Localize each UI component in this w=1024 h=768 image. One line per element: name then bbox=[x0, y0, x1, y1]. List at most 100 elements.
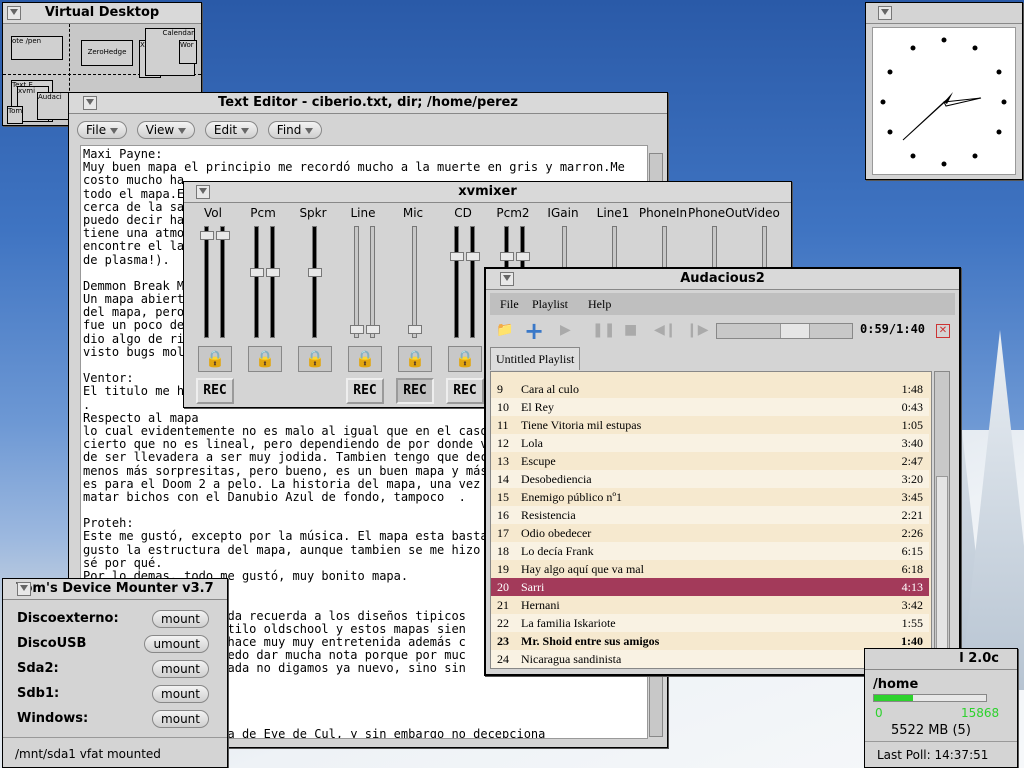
lock-icon[interactable]: 🔒 bbox=[398, 346, 432, 372]
mini-window[interactable]: ote /pen bbox=[11, 36, 63, 60]
playlist-row[interactable]: 18 Lo decía Frank 6:15 bbox=[491, 542, 929, 560]
playlist-row[interactable]: 21 Hernani 3:42 bbox=[491, 596, 929, 614]
playlist-row[interactable]: 12 Lola 3:40 bbox=[491, 434, 929, 452]
slider-knob[interactable] bbox=[250, 267, 264, 277]
scroll-thumb[interactable] bbox=[936, 476, 948, 666]
playlist-menu[interactable]: Playlist bbox=[532, 297, 568, 312]
volume-slider[interactable] bbox=[412, 226, 417, 338]
playlist-row[interactable]: 22 La familia Iskariote 1:55 bbox=[491, 614, 929, 632]
track-number: 21 bbox=[497, 598, 509, 612]
lock-icon[interactable]: 🔒 bbox=[198, 346, 232, 372]
playlist-row[interactable]: 19 Hay algo aquí que va mal 6:18 bbox=[491, 560, 929, 578]
tab-untitled-playlist[interactable]: Untitled Playlist bbox=[490, 347, 581, 370]
mount-button[interactable]: mount bbox=[152, 685, 209, 703]
playlist-row[interactable]: 14 Desobediencia 3:20 bbox=[491, 470, 929, 488]
playlist-row[interactable]: 13 Escupe 2:47 bbox=[491, 452, 929, 470]
playlist-row[interactable]: 11 Tiene Vitoria mil estupas 1:05 bbox=[491, 416, 929, 434]
track-duration: 3:45 bbox=[901, 490, 923, 504]
range-max: 15868 bbox=[961, 706, 1000, 720]
device-mounter-window[interactable]: Tom's Device Mounter v3.7 Discoexterno: m… bbox=[2, 578, 228, 768]
mounter-titlebar[interactable]: Tom's Device Mounter v3.7 bbox=[3, 579, 227, 600]
folder-icon[interactable]: 📁 bbox=[496, 322, 513, 338]
window-menu-icon[interactable] bbox=[878, 6, 892, 20]
analog-clock-icon bbox=[872, 27, 1016, 175]
lock-icon[interactable]: 🔒 bbox=[298, 346, 332, 372]
mini-window[interactable]: Wor bbox=[179, 40, 197, 64]
add-icon[interactable]: + bbox=[524, 317, 544, 345]
slider-knob[interactable] bbox=[450, 252, 464, 261]
slider-knob[interactable] bbox=[308, 267, 322, 277]
slider-knob[interactable] bbox=[500, 252, 514, 261]
window-menu-icon[interactable] bbox=[500, 272, 514, 286]
stop-icon[interactable]: ■ bbox=[624, 322, 637, 338]
playlist-row[interactable]: 9 Cara al culo 1:48 bbox=[491, 380, 929, 398]
playlist-scrollbar[interactable] bbox=[934, 371, 950, 669]
volume-slider[interactable] bbox=[454, 226, 459, 338]
lock-icon[interactable]: 🔒 bbox=[348, 346, 382, 372]
clock-titlebar[interactable] bbox=[866, 3, 1022, 24]
clock-window[interactable] bbox=[865, 2, 1023, 180]
slider-knob[interactable] bbox=[266, 267, 280, 277]
lock-icon[interactable]: 🔒 bbox=[448, 346, 482, 372]
lock-icon[interactable]: 🔒 bbox=[248, 346, 282, 372]
slider-knob[interactable] bbox=[350, 324, 364, 334]
file-menu[interactable]: File bbox=[500, 297, 519, 312]
mount-button[interactable]: mount bbox=[152, 660, 209, 678]
disk-monitor-titlebar[interactable]: l 2.0c bbox=[865, 649, 1017, 670]
edit-menu[interactable]: Edit bbox=[204, 121, 258, 139]
previous-icon[interactable]: ◀❙ bbox=[654, 322, 677, 338]
playlist[interactable]: 9 Cara al culo 1:48 10 El Rey 0:43 11 Tiene Vit… bbox=[490, 371, 932, 669]
file-menu[interactable]: File bbox=[77, 121, 127, 139]
playlist-row[interactable]: 15 Enemigo público nº1 3:45 bbox=[491, 488, 929, 506]
rec-button[interactable]: REC bbox=[196, 378, 234, 404]
slider-knob[interactable] bbox=[408, 324, 422, 334]
umount-button[interactable]: umount bbox=[144, 635, 209, 653]
slider-knob[interactable] bbox=[200, 231, 214, 241]
find-menu[interactable]: Find bbox=[267, 121, 323, 139]
playlist-row[interactable]: 16 Resistencia 2:21 bbox=[491, 506, 929, 524]
pager-titlebar[interactable]: Virtual Desktop bbox=[3, 3, 201, 24]
pause-icon[interactable]: ❚❚ bbox=[592, 322, 615, 338]
close-icon[interactable]: ✕ bbox=[936, 324, 950, 338]
track-title: Nicaragua sandinista bbox=[521, 652, 622, 666]
volume-slider[interactable] bbox=[354, 226, 359, 338]
disk-monitor-window[interactable]: l 2.0c /home 0 15868 5522 MB (5) Last Po… bbox=[864, 648, 1018, 768]
playlist-row[interactable]: 20 Sarri 4:13 bbox=[491, 578, 929, 596]
seek-knob[interactable] bbox=[780, 324, 811, 338]
mount-button[interactable]: mount bbox=[152, 610, 209, 628]
window-menu-icon[interactable] bbox=[83, 96, 97, 110]
volume-slider[interactable] bbox=[312, 226, 317, 338]
next-icon[interactable]: ❙▶ bbox=[686, 322, 709, 338]
mini-window[interactable]: Tom bbox=[7, 106, 23, 124]
view-menu[interactable]: View bbox=[136, 121, 196, 139]
rec-button[interactable]: REC bbox=[396, 378, 434, 404]
rec-button[interactable]: REC bbox=[346, 378, 384, 404]
slider-knob[interactable] bbox=[466, 252, 480, 261]
slider-knob[interactable] bbox=[516, 252, 530, 261]
track-title: Mr. Shoid entre sus amigos bbox=[521, 634, 660, 648]
slider-knob[interactable] bbox=[366, 324, 380, 334]
rec-button[interactable]: REC bbox=[446, 378, 484, 404]
mini-window[interactable]: ZeroHedge bbox=[81, 40, 133, 66]
track-number: 14 bbox=[497, 472, 509, 486]
volume-slider[interactable] bbox=[220, 226, 225, 338]
window-menu-icon[interactable] bbox=[7, 6, 21, 20]
slider-knob[interactable] bbox=[216, 231, 230, 241]
volume-slider[interactable] bbox=[470, 226, 475, 338]
volume-slider[interactable] bbox=[204, 226, 209, 338]
volume-slider[interactable] bbox=[254, 226, 259, 338]
editor-titlebar[interactable]: Text Editor - ciberio.txt, dir; /home/pe… bbox=[69, 93, 667, 114]
volume-slider[interactable] bbox=[370, 226, 375, 338]
volume-slider[interactable] bbox=[270, 226, 275, 338]
editor-title: Text Editor - ciberio.txt, dir; /home/pe… bbox=[218, 95, 518, 110]
audacious-window[interactable]: Audacious2 File Playlist Help 📁 + ▶ ❚❚ ■… bbox=[484, 267, 961, 676]
playlist-row[interactable]: 10 El Rey 0:43 bbox=[491, 398, 929, 416]
audacious-titlebar[interactable]: Audacious2 bbox=[486, 269, 959, 290]
playlist-row[interactable]: 17 Odio obedecer 2:26 bbox=[491, 524, 929, 542]
seek-slider[interactable] bbox=[716, 323, 853, 339]
play-icon[interactable]: ▶ bbox=[560, 322, 571, 338]
mount-button[interactable]: mount bbox=[152, 710, 209, 728]
channel-label: IGain bbox=[547, 206, 579, 220]
help-menu[interactable]: Help bbox=[588, 297, 611, 312]
window-menu-icon[interactable] bbox=[17, 582, 31, 596]
